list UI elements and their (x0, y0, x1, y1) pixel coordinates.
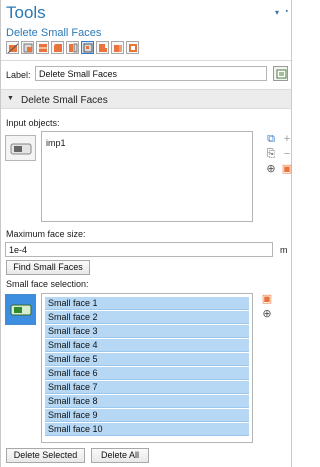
add-icon[interactable]: + (281, 133, 293, 145)
zoom-to-selection-icon[interactable]: ⊕ (261, 308, 273, 320)
merge-faces-icon[interactable] (36, 41, 49, 54)
delete-small-faces-icon[interactable] (81, 41, 94, 54)
section-title: Delete Small Faces (21, 95, 108, 106)
list-item[interactable]: imp1 (46, 138, 66, 148)
list-item[interactable]: Small face 7 (45, 381, 249, 394)
small-face-selection-list[interactable]: Small face 1 Small face 2 Small face 3 S… (41, 293, 253, 443)
list-item[interactable]: Small face 9 (45, 409, 249, 422)
window-menu-icon[interactable]: ▪ (286, 8, 288, 15)
clear-selection-icon[interactable]: ▣ (261, 293, 273, 305)
max-face-size-field[interactable] (5, 242, 273, 257)
delete-selected-button[interactable]: Delete Selected (6, 448, 85, 463)
collapse-arrow-icon[interactable]: ▼ (7, 95, 14, 102)
delete-all-button[interactable]: Delete All (91, 448, 149, 463)
zoom-to-selection-icon[interactable]: ⊕ (265, 163, 277, 175)
small-face-selection-toggle-button[interactable] (5, 294, 36, 325)
list-item[interactable]: Small face 6 (45, 367, 249, 380)
divider (1, 60, 291, 61)
list-item[interactable]: Small face 3 (45, 325, 249, 338)
window-title: Tools (6, 3, 46, 22)
copy-icon[interactable]: ⧉ (265, 133, 277, 145)
tools-panel: Tools ▾ ▪ Delete Small Faces Label: Dele… (0, 0, 292, 467)
small-face-selection-caption: Small face selection: (6, 279, 89, 289)
label-reset-button[interactable] (273, 66, 288, 81)
detach-faces-icon[interactable] (96, 41, 109, 54)
label-caption: Label: (6, 70, 31, 80)
input-objects-caption: Input objects: (6, 118, 60, 128)
max-face-size-unit: m (280, 245, 288, 255)
list-item[interactable]: Small face 1 (45, 297, 249, 310)
input-objects-list[interactable]: imp1 (41, 131, 253, 222)
collapse-faces-icon[interactable] (66, 41, 79, 54)
clear-selection-icon[interactable]: ▣ (281, 163, 293, 175)
section-delete-small-faces[interactable]: ▼ Delete Small Faces (1, 89, 291, 109)
input-objects-toggle-button[interactable] (5, 135, 36, 161)
cut-icon[interactable] (6, 41, 19, 54)
list-item[interactable]: Small face 2 (45, 311, 249, 324)
fillet-icon[interactable] (111, 41, 124, 54)
paste-icon[interactable]: ⎘ (265, 148, 277, 160)
remove-icon[interactable]: − (281, 148, 293, 160)
label-field[interactable] (35, 66, 267, 81)
list-item[interactable]: Small face 5 (45, 353, 249, 366)
list-item[interactable]: Small face 8 (45, 395, 249, 408)
delete-face-icon[interactable] (21, 41, 34, 54)
find-small-faces-button[interactable]: Find Small Faces (6, 260, 90, 275)
ignore-edges-icon[interactable] (51, 41, 64, 54)
max-face-size-caption: Maximum face size: (6, 229, 86, 239)
list-item[interactable]: Small face 4 (45, 339, 249, 352)
tool-toolbar (6, 41, 139, 54)
list-item[interactable]: Small face 10 (45, 423, 249, 436)
pin-icon[interactable]: ▾ (275, 8, 279, 17)
tool-subtitle: Delete Small Faces (6, 27, 102, 39)
thin-domain-icon[interactable] (126, 41, 139, 54)
